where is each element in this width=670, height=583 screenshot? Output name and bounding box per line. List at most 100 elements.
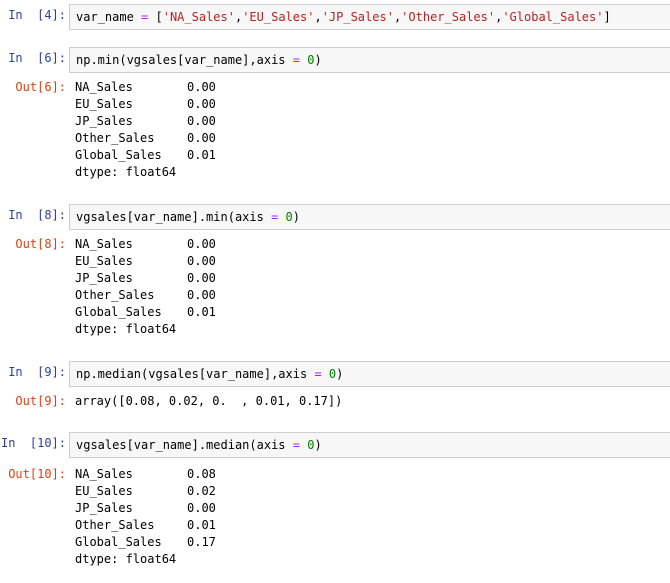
series-row: JP_Sales 0.00 [75, 270, 216, 287]
series-value: 0.02 [187, 484, 216, 498]
code-token: var_name [76, 10, 142, 24]
notebook-cell-6: In [6]: np.min(vgsales[var_name],axis = … [0, 45, 670, 185]
code-token: , [314, 10, 322, 24]
dtype-line: dtype: float64 [75, 322, 177, 336]
series-index: Global_Sales [75, 148, 162, 162]
output-area: NA_Sales 0.00 EU_Sales 0.00 JP_Sales 0.00 O… [75, 79, 216, 181]
output-prompt: Out[6]: [15, 80, 66, 94]
series-value: 0.00 [187, 254, 216, 268]
output-prompt: Out[9]: [15, 394, 66, 408]
code-token: = [292, 438, 300, 452]
series-index: NA_Sales [75, 467, 133, 481]
code-token: = [314, 367, 322, 381]
series-index: EU_Sales [75, 97, 133, 111]
code-input[interactable]: np.min(vgsales[var_name],axis = 0) [69, 47, 670, 73]
code-input[interactable]: var_name = ['NA_Sales','EU_Sales','JP_Sa… [69, 4, 670, 30]
input-prompt: In [4]: [8, 8, 66, 22]
series-index: Global_Sales [75, 305, 162, 319]
code-token: 0 [285, 210, 293, 224]
series-value: 0.17 [187, 535, 216, 549]
code-token: ) [314, 53, 322, 67]
code-input[interactable]: vgsales[var_name].min(axis = 0) [69, 204, 670, 230]
series-index: Other_Sales [75, 518, 155, 532]
series-value: 0.08 [187, 467, 216, 481]
input-prompt: In [10]: [0, 436, 66, 450]
series-value: 0.00 [187, 97, 216, 111]
input-prompt: In [9]: [8, 365, 66, 379]
series-index: EU_Sales [75, 254, 133, 268]
code-input[interactable]: np.median(vgsales[var_name],axis = 0) [69, 361, 670, 387]
series-value: 0.00 [187, 237, 216, 251]
code-token: ] [603, 10, 611, 24]
series-row: EU_Sales 0.00 [75, 96, 216, 113]
code-token: vgsales[var_name].min(axis [76, 210, 272, 224]
code-text: np.min(vgsales[var_name],axis = 0) [76, 52, 322, 69]
series-index: Other_Sales [75, 131, 155, 145]
code-token: vgsales[var_name].median(axis [76, 438, 293, 452]
series-value: 0.00 [187, 114, 216, 128]
series-index: JP_Sales [75, 271, 133, 285]
series-value: 0.00 [187, 501, 216, 515]
series-row: EU_Sales 0.02 [75, 483, 216, 500]
code-text: var_name = ['NA_Sales','EU_Sales','JP_Sa… [76, 9, 611, 26]
code-token: = [292, 53, 300, 67]
series-index: NA_Sales [75, 237, 133, 251]
code-token: ) [336, 367, 344, 381]
code-token: ) [314, 438, 322, 452]
notebook-cell-4: In [4]: var_name = ['NA_Sales','EU_Sales… [0, 2, 670, 32]
code-token: 'Other_Sales' [401, 10, 496, 24]
code-token: np.median(vgsales[var_name],axis [76, 367, 315, 381]
series-index: NA_Sales [75, 80, 133, 94]
series-value: 0.00 [187, 288, 216, 302]
series-row: NA_Sales 0.00 [75, 236, 216, 253]
series-row: Other_Sales 0.01 [75, 517, 216, 534]
series-row: Global_Sales 0.01 [75, 147, 216, 164]
series-index: Other_Sales [75, 288, 155, 302]
dtype-line: dtype: float64 [75, 552, 177, 566]
series-value: 0.01 [187, 305, 216, 319]
input-prompt: In [6]: [8, 51, 66, 65]
series-row: JP_Sales 0.00 [75, 500, 216, 517]
series-index: JP_Sales [75, 114, 133, 128]
code-text: vgsales[var_name].median(axis = 0) [76, 437, 322, 454]
output-area: NA_Sales 0.00 EU_Sales 0.00 JP_Sales 0.00 O… [75, 236, 216, 338]
code-text: vgsales[var_name].min(axis = 0) [76, 209, 300, 226]
series-index: Global_Sales [75, 535, 162, 549]
notebook-cell-8: In [8]: vgsales[var_name].min(axis = 0) … [0, 202, 670, 342]
array-output: array([0.08, 0.02, 0. , 0.01, 0.17]) [75, 394, 343, 408]
output-area: array([0.08, 0.02, 0. , 0.01, 0.17]) [75, 393, 342, 410]
code-token: 'EU_Sales' [242, 10, 315, 24]
output-prompt: Out[8]: [15, 237, 66, 251]
notebook-cell-10: In [10]: vgsales[var_name].median(axis =… [0, 430, 670, 580]
code-input[interactable]: vgsales[var_name].median(axis = 0) [69, 432, 670, 458]
series-row: Other_Sales 0.00 [75, 130, 216, 147]
input-prompt: In [8]: [8, 208, 66, 222]
series-row: EU_Sales 0.00 [75, 253, 216, 270]
code-token: [ [148, 10, 163, 24]
code-token: np.min(vgsales[var_name],axis [76, 53, 293, 67]
series-value: 0.01 [187, 148, 216, 162]
output-prompt: Out[10]: [8, 467, 66, 481]
notebook-cell-9: In [9]: np.median(vgsales[var_name],axis… [0, 359, 670, 419]
series-value: 0.00 [187, 131, 216, 145]
series-row: Global_Sales 0.01 [75, 304, 216, 321]
code-token: 'NA_Sales' [162, 10, 235, 24]
series-value: 0.00 [187, 80, 216, 94]
code-token: 'Global_Sales' [502, 10, 604, 24]
series-row: NA_Sales 0.08 [75, 466, 216, 483]
series-row: Global_Sales 0.17 [75, 534, 216, 551]
dtype-line: dtype: float64 [75, 165, 177, 179]
code-text: np.median(vgsales[var_name],axis = 0) [76, 366, 343, 383]
series-value: 0.00 [187, 271, 216, 285]
code-token: 'JP_Sales' [321, 10, 394, 24]
series-row: Other_Sales 0.00 [75, 287, 216, 304]
output-area: NA_Sales 0.08 EU_Sales 0.02 JP_Sales 0.00 O… [75, 466, 216, 568]
code-token: ) [292, 210, 301, 224]
series-index: JP_Sales [75, 501, 133, 515]
series-row: NA_Sales 0.00 [75, 79, 216, 96]
series-value: 0.01 [187, 518, 216, 532]
series-row: JP_Sales 0.00 [75, 113, 216, 130]
series-index: EU_Sales [75, 484, 133, 498]
